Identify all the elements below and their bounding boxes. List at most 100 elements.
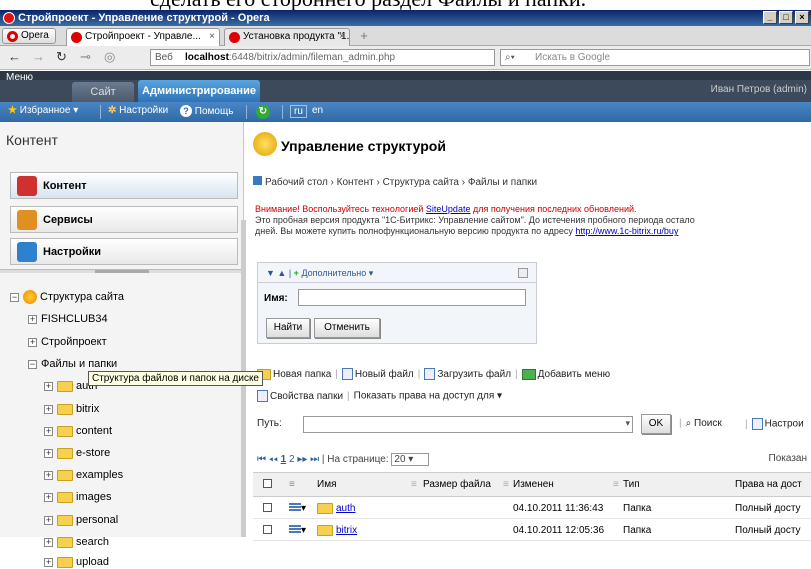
tree-folder[interactable]: + e-store xyxy=(44,446,110,460)
path-input[interactable]: ▾ xyxy=(303,416,633,433)
expand-icon[interactable]: + xyxy=(44,557,53,567)
cancel-button[interactable]: Отменить xyxy=(314,318,380,338)
tree-folder[interactable]: + upload xyxy=(44,555,109,569)
expand-icon[interactable]: + xyxy=(44,426,53,436)
file-name-link[interactable]: bitrix xyxy=(336,525,357,536)
tree-item[interactable]: + Стройпроект xyxy=(28,335,107,349)
column-rights[interactable]: Права на дост xyxy=(735,479,802,490)
tab-close-icon[interactable]: × xyxy=(339,29,345,45)
row-menu-icon[interactable]: ▾ xyxy=(289,525,306,536)
expand-icon[interactable]: + xyxy=(44,381,53,391)
speed-dial-icon[interactable]: ◎ xyxy=(104,50,115,64)
buy-link[interactable]: http://www.1c-bitrix.ru/buy xyxy=(575,226,678,236)
menu-label[interactable]: Меню xyxy=(6,72,33,83)
filter-more-button[interactable]: Дополнительно xyxy=(301,268,366,278)
user-name[interactable]: Иван Петров (admin) xyxy=(711,84,807,95)
close-button[interactable]: × xyxy=(795,11,809,24)
reload-icon[interactable]: ↻ xyxy=(56,50,67,64)
address-field[interactable]: Веб localhost:6448/bitrix/admin/fileman_… xyxy=(150,49,495,66)
expand-icon[interactable]: + xyxy=(44,404,53,414)
forward-icon[interactable]: → xyxy=(32,50,45,64)
path-dropdown-icon[interactable]: ▾ xyxy=(625,418,630,429)
search-field[interactable]: ⌕▾ Искать в Google xyxy=(500,49,810,66)
collapse-icon[interactable]: − xyxy=(28,359,37,369)
expand-icon[interactable]: + xyxy=(44,470,53,480)
first-page-icon[interactable]: ⏮ xyxy=(257,454,266,465)
lang-en[interactable]: en xyxy=(312,105,323,116)
last-page-icon[interactable]: ⏭ xyxy=(310,454,319,465)
tab-site[interactable]: Сайт xyxy=(72,82,134,102)
help-link[interactable]: ? Помощь xyxy=(180,105,233,117)
prev-page-icon[interactable]: ◂◂ xyxy=(269,454,278,465)
maximize-button[interactable]: □ xyxy=(779,11,793,24)
opera-menu-button[interactable]: Opera xyxy=(2,28,56,44)
name-input[interactable] xyxy=(298,289,526,306)
show-rights-button[interactable]: Показать права на доступ для ▾ xyxy=(354,391,502,402)
find-button[interactable]: Найти xyxy=(266,318,310,338)
tree-root[interactable]: − Структура сайта xyxy=(10,290,124,305)
tree-folder[interactable]: + personal xyxy=(44,513,118,527)
expand-icon[interactable]: + xyxy=(44,515,53,525)
per-page-select[interactable]: 20 ▾ xyxy=(391,453,430,466)
tree-item[interactable]: − Файлы и папки xyxy=(28,357,117,371)
key-icon[interactable]: ⊸ xyxy=(80,50,91,64)
page-link[interactable]: 1 xyxy=(281,454,287,465)
upload-file-button[interactable]: Загрузить файл xyxy=(424,368,511,380)
file-name-link[interactable]: auth xyxy=(336,503,355,514)
column-type[interactable]: Тип xyxy=(623,479,640,490)
lang-ru[interactable]: ru xyxy=(290,105,307,118)
opera-logo-icon xyxy=(7,31,18,42)
minimize-button[interactable]: _ xyxy=(763,11,777,24)
settings-menu[interactable]: ✲ Настройки xyxy=(108,105,168,116)
filter-minimize-icon[interactable] xyxy=(518,268,528,278)
expand-icon[interactable]: + xyxy=(28,337,37,347)
expand-icon[interactable]: + xyxy=(44,492,53,502)
tree-folder[interactable]: + search xyxy=(44,535,109,549)
expand-icon[interactable]: + xyxy=(28,314,37,324)
new-folder-button[interactable]: Новая папка xyxy=(257,368,331,380)
content-icon xyxy=(17,176,37,196)
new-file-button[interactable]: Новый файл xyxy=(341,368,414,380)
add-menu-button[interactable]: Добавить меню xyxy=(521,368,610,380)
browser-tab[interactable]: Установка продукта "1... × xyxy=(224,28,350,46)
row-menu-icon[interactable]: ▾ xyxy=(289,503,306,514)
table-row[interactable]: ▾ bitrix 04.10.2011 12:05:36 Папка Полны… xyxy=(253,519,811,541)
folder-properties-button[interactable]: Свойства папки xyxy=(257,390,343,402)
ok-button[interactable]: OK xyxy=(641,414,671,434)
column-modified[interactable]: Изменен xyxy=(513,479,554,490)
tree-folder[interactable]: + images xyxy=(44,490,111,504)
row-checkbox[interactable] xyxy=(263,503,272,512)
tree-item[interactable]: + FISHCLUB34 xyxy=(28,312,108,326)
tree-folder[interactable]: + bitrix xyxy=(44,402,99,416)
back-icon[interactable]: ← xyxy=(8,50,21,64)
update-button[interactable]: ↻ xyxy=(256,105,270,119)
sidebar-button-services[interactable]: Сервисы xyxy=(10,206,238,233)
next-page-icon[interactable]: ▸▸ xyxy=(297,454,307,465)
new-tab-icon[interactable]: + xyxy=(356,29,372,43)
page-link[interactable]: 2 xyxy=(289,454,295,465)
search-button[interactable]: | ⌕ Поиск xyxy=(679,418,722,429)
column-name[interactable]: Имя xyxy=(317,479,336,490)
favorites-menu[interactable]: ★ Избранное ▾ xyxy=(8,105,78,116)
folder-toolbar: Свойства папки | Показать права на доступ … xyxy=(257,390,502,402)
column-size[interactable]: Размер файла xyxy=(423,479,491,490)
row-checkbox[interactable] xyxy=(263,525,272,534)
expand-icon[interactable]: + xyxy=(44,448,53,458)
add-icon: + xyxy=(293,268,299,278)
tab-close-icon[interactable]: × xyxy=(209,29,215,45)
filter-collapse-icon[interactable]: ▼ ▲ xyxy=(266,268,286,278)
collapse-icon[interactable]: − xyxy=(10,292,19,302)
table-row[interactable]: ▾ auth 04.10.2011 11:36:43 Папка Полный … xyxy=(253,497,811,519)
tree-folder[interactable]: + content xyxy=(44,424,112,438)
sidebar-button-content[interactable]: Контент xyxy=(10,172,238,199)
select-all-checkbox[interactable] xyxy=(263,479,272,488)
sidebar-splitter[interactable] xyxy=(0,269,244,273)
tab-administration[interactable]: Администрирование xyxy=(138,80,260,102)
browser-tab-active[interactable]: Стройпроект - Управле... × xyxy=(66,28,220,46)
tree-folder[interactable]: + examples xyxy=(44,468,123,482)
siteupdate-link[interactable]: SiteUpdate xyxy=(426,204,471,214)
breadcrumb[interactable]: Рабочий стол › Контент › Структура сайта… xyxy=(253,176,537,188)
sidebar-button-settings[interactable]: Настройки xyxy=(10,238,238,265)
expand-icon[interactable]: + xyxy=(44,537,53,547)
settings-button[interactable]: | Настрои xyxy=(745,418,804,430)
